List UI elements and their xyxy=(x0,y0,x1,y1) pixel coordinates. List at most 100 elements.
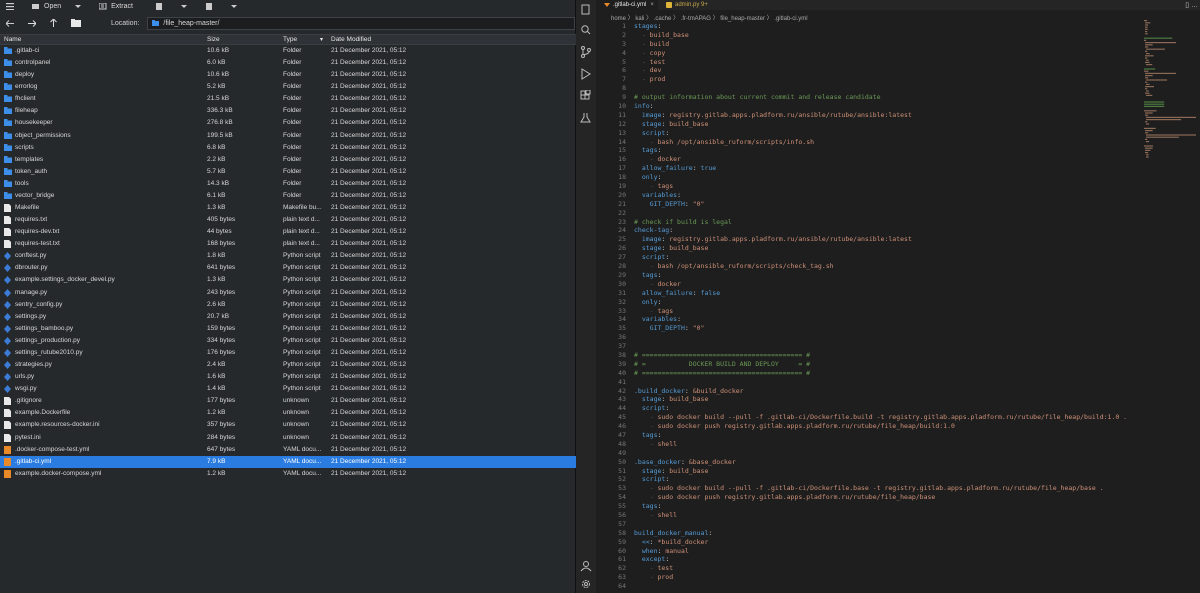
file-row[interactable]: object_permissions 199.5 kB Folder 21 Decem… xyxy=(0,130,576,142)
settings-gear-icon[interactable] xyxy=(580,578,592,590)
code-line[interactable]: except: xyxy=(634,555,1127,564)
code-line[interactable]: image: registry.gitlab.apps.pladform.ru/… xyxy=(634,111,1127,120)
code-line[interactable]: allow_failure: true xyxy=(634,164,1127,173)
find-button[interactable] xyxy=(205,2,217,10)
code-line[interactable]: - sudo docker push registry.gitlab.apps.… xyxy=(634,493,1127,502)
more-button[interactable] xyxy=(230,4,241,9)
file-row[interactable]: example.Dockerfile 1.2 kB unknown 21 Decemb… xyxy=(0,407,576,419)
more-actions-icon[interactable]: … xyxy=(1191,2,1198,9)
code-line[interactable]: tags: xyxy=(634,431,1127,440)
file-row[interactable]: requires-dev.txt 44 bytes plain text d... 2… xyxy=(0,226,576,238)
code-line[interactable]: - shell xyxy=(634,511,1127,520)
file-row[interactable]: settings.py 20.7 kB Python script 21 Decemb… xyxy=(0,311,576,323)
code-line[interactable]: # check if build is legal xyxy=(634,218,1127,227)
extract-button[interactable]: Extract xyxy=(99,2,133,10)
code-line[interactable] xyxy=(634,520,1127,529)
file-row[interactable]: requires-test.txt 168 bytes plain text d..… xyxy=(0,238,576,250)
code-line[interactable]: allow_failure: false xyxy=(634,289,1127,298)
code-line[interactable]: - prod xyxy=(634,573,1127,582)
code-line[interactable]: info: xyxy=(634,102,1127,111)
file-row[interactable]: conftest.py 1.8 kB Python script 21 Decembe… xyxy=(0,250,576,262)
up-button[interactable] xyxy=(50,19,57,27)
account-icon[interactable] xyxy=(580,560,592,572)
col-name-header[interactable]: Name xyxy=(4,36,21,43)
code-line[interactable]: GIT_DEPTH: "0" xyxy=(634,324,1127,333)
code-line[interactable]: # ======================================… xyxy=(634,369,1127,378)
code-line[interactable]: - shell xyxy=(634,440,1127,449)
code-line[interactable]: - build xyxy=(634,40,1127,49)
run-debug-icon[interactable] xyxy=(580,68,592,80)
close-icon[interactable]: × xyxy=(650,2,654,8)
col-size-header[interactable]: Size xyxy=(207,36,220,43)
code-line[interactable]: variables: xyxy=(634,315,1127,324)
testing-icon[interactable] xyxy=(580,112,592,124)
code-line[interactable]: <<: *build_docker xyxy=(634,538,1127,547)
code-line[interactable]: stage: build_base xyxy=(634,395,1127,404)
file-row[interactable]: .docker-compose-test.yml 647 bytes YAML do… xyxy=(0,444,576,456)
code-line[interactable]: - sudo docker build --pull -f .gitlab-ci… xyxy=(634,484,1127,493)
code-line[interactable] xyxy=(634,209,1127,218)
file-row[interactable]: manage.py 243 bytes Python script 21 Decemb… xyxy=(0,287,576,299)
file-row[interactable]: .gitignore 177 bytes unknown 21 December 20… xyxy=(0,395,576,407)
file-row[interactable]: settings_bamboo.py 159 bytes Python script… xyxy=(0,323,576,335)
code-line[interactable]: # ======================================… xyxy=(634,351,1127,360)
file-row[interactable]: settings_rutube2010.py 176 bytes Python sc… xyxy=(0,347,576,359)
code-line[interactable]: - test xyxy=(634,564,1127,573)
code-line[interactable]: .build_docker: &build_docker xyxy=(634,387,1127,396)
file-row[interactable]: vector_bridge 6.1 kB Folder 21 December 202… xyxy=(0,190,576,202)
tab-admin-py[interactable]: admin.py 9+ xyxy=(658,0,714,10)
menu-button[interactable] xyxy=(6,2,18,10)
file-row[interactable]: example.resources-docker.ini 357 bytes unk… xyxy=(0,419,576,431)
file-row[interactable]: sentry_config.py 2.6 kB Python script 21 De… xyxy=(0,299,576,311)
back-button[interactable] xyxy=(6,19,14,27)
code-line[interactable]: stage: build_base xyxy=(634,467,1127,476)
code-line[interactable]: - bash /opt/ansible_ruform/scripts/info.… xyxy=(634,138,1127,147)
code-line[interactable]: .base_docker: &base_docker xyxy=(634,458,1127,467)
file-row[interactable]: templates 2.2 kB Folder 21 December 2021, 0… xyxy=(0,154,576,166)
code-line[interactable]: - bash /opt/ansible_ruform/scripts/check… xyxy=(634,262,1127,271)
code-line[interactable]: script: xyxy=(634,475,1127,484)
code-line[interactable] xyxy=(634,333,1127,342)
code-line[interactable]: when: manual xyxy=(634,547,1127,556)
code-line[interactable]: tags: xyxy=(634,502,1127,511)
col-type-header[interactable]: Type xyxy=(283,36,297,43)
file-row[interactable]: dbrouter.py 641 bytes Python script 21 Dece… xyxy=(0,262,576,274)
minimap[interactable] xyxy=(1138,20,1200,320)
source-control-icon[interactable] xyxy=(580,46,592,58)
code-line[interactable]: script: xyxy=(634,404,1127,413)
code-line[interactable]: stages: xyxy=(634,22,1127,31)
tab-gitlab-ci[interactable]: .gitlab-ci.yml × xyxy=(596,0,658,10)
file-row[interactable]: settings_production.py 334 bytes Python sc… xyxy=(0,335,576,347)
code-line[interactable]: image: registry.gitlab.apps.pladform.ru/… xyxy=(634,235,1127,244)
file-row[interactable]: .gitlab-ci.yml 7.9 kB YAML docu... 21 Decem… xyxy=(0,455,576,468)
file-row[interactable]: tools 14.3 kB Folder 21 December 2021, 05:1… xyxy=(0,178,576,190)
split-editor-icon[interactable]: ▯ xyxy=(1185,2,1189,9)
file-row[interactable]: Makefile 1.3 kB Makefile bu... 21 December … xyxy=(0,202,576,214)
code-line[interactable]: - prod xyxy=(634,75,1127,84)
code-line[interactable]: tags: xyxy=(634,271,1127,280)
code-line[interactable] xyxy=(634,342,1127,351)
open-button[interactable]: Open xyxy=(32,3,61,10)
code-content[interactable]: stages: - build_base - build - copy - te… xyxy=(634,22,1127,591)
search-icon[interactable] xyxy=(580,24,592,36)
code-line[interactable]: - tags xyxy=(634,307,1127,316)
file-row[interactable]: deploy 10.6 kB Folder 21 December 2021, 05:… xyxy=(0,69,576,81)
code-line[interactable]: stage: build_base xyxy=(634,120,1127,129)
code-line[interactable]: variables: xyxy=(634,191,1127,200)
file-row[interactable]: wsgi.py 1.4 kB Python script 21 December 20… xyxy=(0,383,576,395)
code-line[interactable]: script: xyxy=(634,129,1127,138)
files-icon[interactable] xyxy=(580,4,592,16)
code-line[interactable]: # = DOCKER BUILD AND DEPLOY = # xyxy=(634,360,1127,369)
col-date-header[interactable]: Date Modified xyxy=(331,36,371,43)
code-line[interactable]: only: xyxy=(634,298,1127,307)
add-dropdown[interactable] xyxy=(180,4,191,9)
home-button[interactable] xyxy=(71,19,81,27)
code-line[interactable]: # output information about current commi… xyxy=(634,93,1127,102)
extensions-icon[interactable] xyxy=(580,90,592,102)
file-row[interactable]: urls.py 1.6 kB Python script 21 December 20… xyxy=(0,371,576,383)
file-row[interactable]: example.settings_docker_devel.py 1.3 kB Py… xyxy=(0,274,576,286)
add-files-button[interactable] xyxy=(155,2,167,10)
code-line[interactable]: - dev xyxy=(634,66,1127,75)
code-line[interactable]: GIT_DEPTH: "0" xyxy=(634,200,1127,209)
file-row[interactable]: fhclient 21.5 kB Folder 21 December 2021, 0… xyxy=(0,93,576,105)
